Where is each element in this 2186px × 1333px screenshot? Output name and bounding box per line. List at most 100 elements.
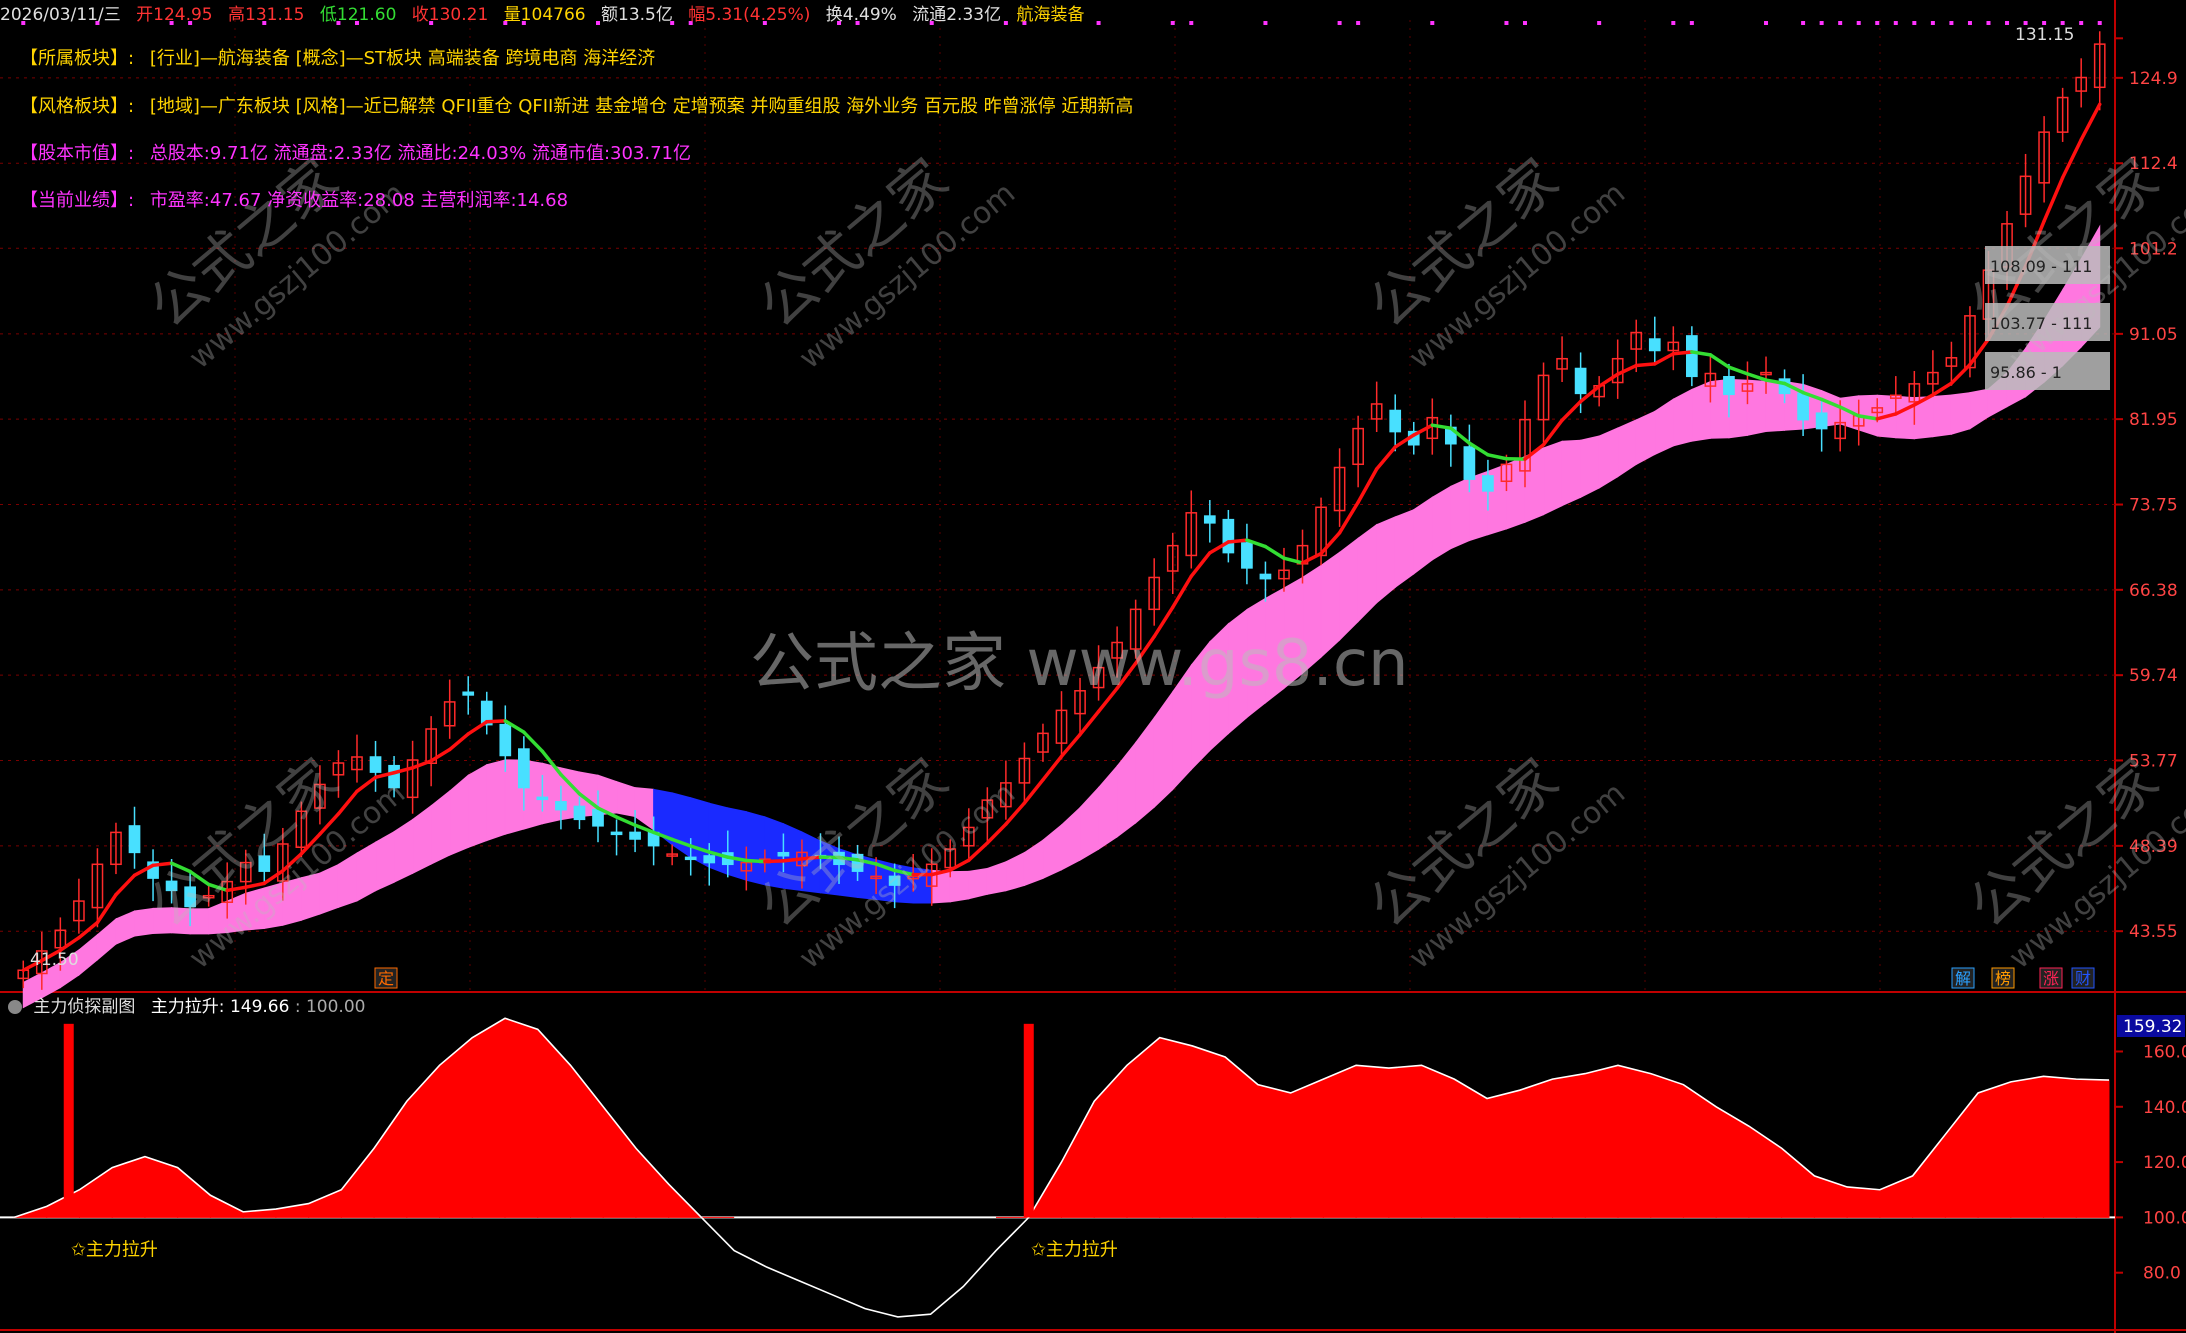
dot-marker — [1337, 21, 1342, 25]
sub-area-segment — [2043, 1075, 2077, 1218]
collapse-icon[interactable] — [8, 1000, 22, 1014]
band-segment — [1376, 516, 1396, 604]
price-box-label: 108.09 - 111 — [1990, 257, 2092, 276]
sub-area-segment — [1257, 1084, 1292, 1218]
candle-down — [610, 831, 623, 836]
candle-down — [1482, 475, 1494, 492]
signal-label: ✩主力拉升 — [71, 1239, 158, 1260]
candle-down — [592, 808, 604, 827]
candle-down — [1259, 573, 1272, 580]
badge-label: 榜 — [1995, 969, 2011, 988]
candle-down — [1686, 335, 1698, 378]
band-segment — [1413, 496, 1433, 575]
dot-marker — [1189, 21, 1194, 25]
info-perf-value: 市盈率:47.67 净资收益率:28.08 主营利润率:14.68 — [149, 190, 569, 211]
dot-marker — [1986, 21, 1991, 25]
quote-industry: 航海装备 — [1016, 5, 1085, 25]
sub-area-segment — [1355, 1064, 1390, 1218]
dot-marker — [1819, 21, 1824, 25]
candle-down — [1648, 338, 1661, 352]
sub-area-segment — [504, 1017, 539, 1218]
badge-label: 定 — [378, 969, 394, 988]
candle-down — [1222, 518, 1235, 554]
ma-segment-up — [1634, 362, 1657, 368]
price-box-label: 95.86 - 1 — [1990, 363, 2062, 382]
sub-area-segment — [471, 1017, 506, 1218]
sub-header: 主力侦探副图 主力拉升: 149.66 : 100.00 — [8, 992, 365, 1017]
dot-marker — [1689, 21, 1694, 25]
quote-float: 流通2.33亿 — [912, 5, 1002, 25]
info-sector: 【所属板块】: [行业]—航海装备 [概念]—ST板块 高端装备 跨境电商 海洋… — [20, 44, 655, 70]
quote-high: 高131.15 — [228, 5, 305, 25]
candle-down — [1203, 515, 1216, 524]
quote-close: 收130.21 — [411, 5, 489, 25]
y-tick-label: 59.74 — [2129, 666, 2178, 686]
band-segment — [1543, 440, 1563, 516]
candle-down — [629, 831, 641, 840]
sub-area-segment — [1322, 1064, 1357, 1218]
candle-down — [703, 855, 716, 864]
band-segment — [727, 807, 747, 881]
signal-label: ✩主力拉升 — [1031, 1239, 1118, 1260]
candle-down — [369, 756, 382, 773]
candle-down — [573, 805, 586, 821]
dot-marker — [2005, 21, 2010, 25]
sub-y-tick-label: 100.0 — [2143, 1208, 2186, 1228]
sub-area-segment — [1650, 1072, 1684, 1218]
quote-low: 低121.60 — [319, 5, 397, 25]
info-cap: 【股本市值】: 总股本:9.71亿 流通盘:2.33亿 流通比:24.03% 流… — [20, 139, 691, 165]
sub-area-segment — [1486, 1089, 1521, 1218]
sub-y-tick-label: 120.0 — [2143, 1153, 2186, 1173]
sub-area-segment — [1519, 1078, 1554, 1218]
sub-area-segment — [1421, 1064, 1455, 1218]
dot-marker — [1263, 21, 1268, 25]
sub-area-segment — [1191, 1045, 1226, 1218]
band-segment — [1895, 395, 1915, 440]
sub-area-segment — [1617, 1064, 1652, 1218]
sub-area-segment — [1552, 1073, 1586, 1218]
y-tick-label: 124.9 — [2129, 69, 2178, 89]
info-perf-label: 【当前业绩】: — [20, 190, 135, 211]
sub-area-segment — [439, 1036, 473, 1218]
sub-area-segment — [1584, 1064, 1619, 1218]
sub-area-segment — [2075, 1078, 2110, 1218]
quote-date: 2026/03/11/三 — [0, 5, 121, 25]
candle-down — [1241, 542, 1253, 569]
band-segment — [356, 841, 377, 902]
quote-open: 开124.95 — [136, 5, 213, 25]
low-label: 41.50 — [30, 950, 79, 970]
dot-marker — [1893, 21, 1898, 25]
candle-down — [1389, 409, 1402, 433]
candle-down — [1574, 367, 1587, 395]
band-segment — [949, 870, 970, 903]
dot-marker — [1856, 21, 1861, 25]
candle-down — [1815, 412, 1828, 430]
quote-amount: 额13.5亿 — [601, 5, 673, 25]
info-perf: 【当前业绩】: 市盈率:47.67 净资收益率:28.08 主营利润率:14.6… — [20, 186, 568, 212]
dot-marker — [1356, 21, 1361, 25]
quote-change: 幅5.31(4.25%) — [688, 5, 811, 25]
dot-marker — [1875, 21, 1880, 25]
band-segment — [375, 830, 395, 892]
y-tick-label: 43.55 — [2129, 922, 2178, 942]
band-segment — [1635, 410, 1656, 466]
sub-area-segment — [1388, 1064, 1423, 1218]
dot-marker — [1838, 21, 1843, 25]
candle-down — [777, 851, 790, 857]
ma-segment-up — [1226, 538, 1249, 544]
candle-down — [684, 856, 697, 861]
sub-value-box-label: 159.32 — [2123, 1017, 2182, 1037]
sub-area-segment — [1159, 1037, 1193, 1218]
y-tick-label: 91.05 — [2129, 325, 2178, 345]
ma-segment-up — [485, 719, 508, 724]
dot-marker — [1912, 21, 1917, 25]
band-segment — [1339, 537, 1359, 642]
y-tick-label: 73.75 — [2129, 496, 2178, 516]
dot-marker — [2097, 21, 2102, 25]
ma-segment-down — [744, 858, 767, 864]
price-box-label: 103.77 - 111 — [1990, 314, 2092, 333]
candle-down — [462, 691, 475, 696]
band-segment — [968, 867, 988, 900]
dot-marker — [1671, 21, 1676, 25]
dot-marker — [1430, 21, 1435, 25]
